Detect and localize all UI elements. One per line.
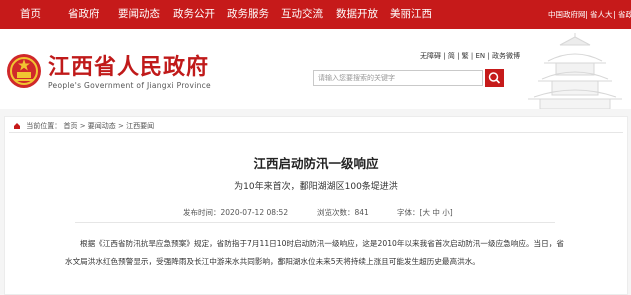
breadcrumb-label: 当前位置： bbox=[26, 122, 62, 130]
header-links: 无障碍 | 简 | 繁 | EN | 政务微博 bbox=[420, 51, 520, 61]
nav-item-news[interactable]: 要闻动态 bbox=[118, 0, 160, 29]
divider: | bbox=[443, 52, 446, 60]
breadcrumb-home[interactable]: 首页 bbox=[63, 122, 77, 130]
publish-time-value: 2020-07-12 08:52 bbox=[220, 208, 289, 217]
link-weibo[interactable]: 政务微博 bbox=[492, 51, 520, 61]
divider: | bbox=[457, 52, 460, 60]
breadcrumb-jiangxi-news[interactable]: 江西要闻 bbox=[126, 122, 154, 130]
publish-time-label: 发布时间： bbox=[183, 208, 221, 217]
search-button[interactable] bbox=[485, 69, 504, 87]
search-input[interactable]: 请输入您要搜索的关键字 bbox=[313, 70, 483, 86]
nav-item-interaction[interactable]: 互动交流 bbox=[281, 0, 323, 29]
link-china-gov[interactable]: 中国政府网 bbox=[548, 0, 586, 29]
search-icon bbox=[488, 72, 501, 84]
view-count-value: 841 bbox=[354, 208, 369, 217]
top-nav-bar: 首页 省政府 要闻动态 政务公开 政务服务 互动交流 数据开放 美丽江西 中国政… bbox=[0, 0, 631, 29]
breadcrumb-separator: > bbox=[118, 122, 127, 130]
link-english[interactable]: EN bbox=[475, 52, 485, 60]
divider bbox=[614, 11, 615, 19]
font-size-selector: 字体：[大 中 小] bbox=[397, 208, 453, 217]
divider bbox=[586, 11, 587, 19]
divider bbox=[75, 222, 555, 223]
nav-item-province-government[interactable]: 省政府 bbox=[68, 0, 100, 29]
divider: | bbox=[487, 52, 490, 60]
article-body: 根据《江西省防汛抗旱应急预案》规定，省防指于7月11日10时启动防汛一级响应，这… bbox=[65, 239, 564, 266]
view-count-label: 浏览次数： bbox=[317, 208, 355, 217]
divider bbox=[9, 132, 623, 133]
font-size-small[interactable]: 小 bbox=[442, 208, 450, 217]
article-subtitle: 为10年来首次，鄱阳湖湖区100条堤进洪 bbox=[234, 182, 398, 192]
breadcrumb: 当前位置： 首页 > 要闻动态 > 江西要闻 bbox=[13, 121, 154, 131]
font-size-medium[interactable]: 中 bbox=[432, 208, 440, 217]
national-emblem-icon bbox=[7, 54, 41, 88]
site-subtitle: People's Government of Jiangxi Province bbox=[48, 81, 211, 90]
nav-item-home[interactable]: 首页 bbox=[20, 0, 41, 29]
article-title: 江西启动防汛一级响应 bbox=[253, 156, 379, 171]
breadcrumb-separator: > bbox=[79, 122, 88, 130]
link-traditional[interactable]: 繁 bbox=[462, 51, 469, 61]
pavilion-illustration bbox=[528, 33, 622, 109]
divider: | bbox=[470, 52, 474, 60]
view-count: 浏览次数：841 bbox=[317, 207, 369, 218]
home-icon bbox=[14, 123, 20, 129]
link-simplified[interactable]: 简 bbox=[448, 51, 455, 61]
nav-item-open-data[interactable]: 数据开放 bbox=[336, 0, 378, 29]
article-panel: 当前位置： 首页 > 要闻动态 > 江西要闻 江西启动防汛一级响应 为10年来首… bbox=[4, 116, 628, 295]
breadcrumb-news[interactable]: 要闻动态 bbox=[88, 122, 116, 130]
link-accessibility[interactable]: 无障碍 bbox=[420, 51, 441, 61]
link-cppcc[interactable]: 省政协 bbox=[618, 0, 631, 29]
publish-time: 发布时间：2020-07-12 08:52 bbox=[183, 207, 288, 218]
nav-item-government-affairs[interactable]: 政务公开 bbox=[173, 0, 215, 29]
nav-item-beautiful-jiangxi[interactable]: 美丽江西 bbox=[390, 0, 432, 29]
font-size-label: 字体： bbox=[397, 208, 420, 217]
nav-item-government-services[interactable]: 政务服务 bbox=[227, 0, 269, 29]
site-title[interactable]: 江西省人民政府 bbox=[48, 49, 209, 81]
font-size-large[interactable]: 大 bbox=[422, 208, 430, 217]
link-provincial-congress[interactable]: 省人大 bbox=[590, 0, 613, 29]
site-header: 江西省人民政府 People's Government of Jiangxi P… bbox=[0, 29, 631, 109]
